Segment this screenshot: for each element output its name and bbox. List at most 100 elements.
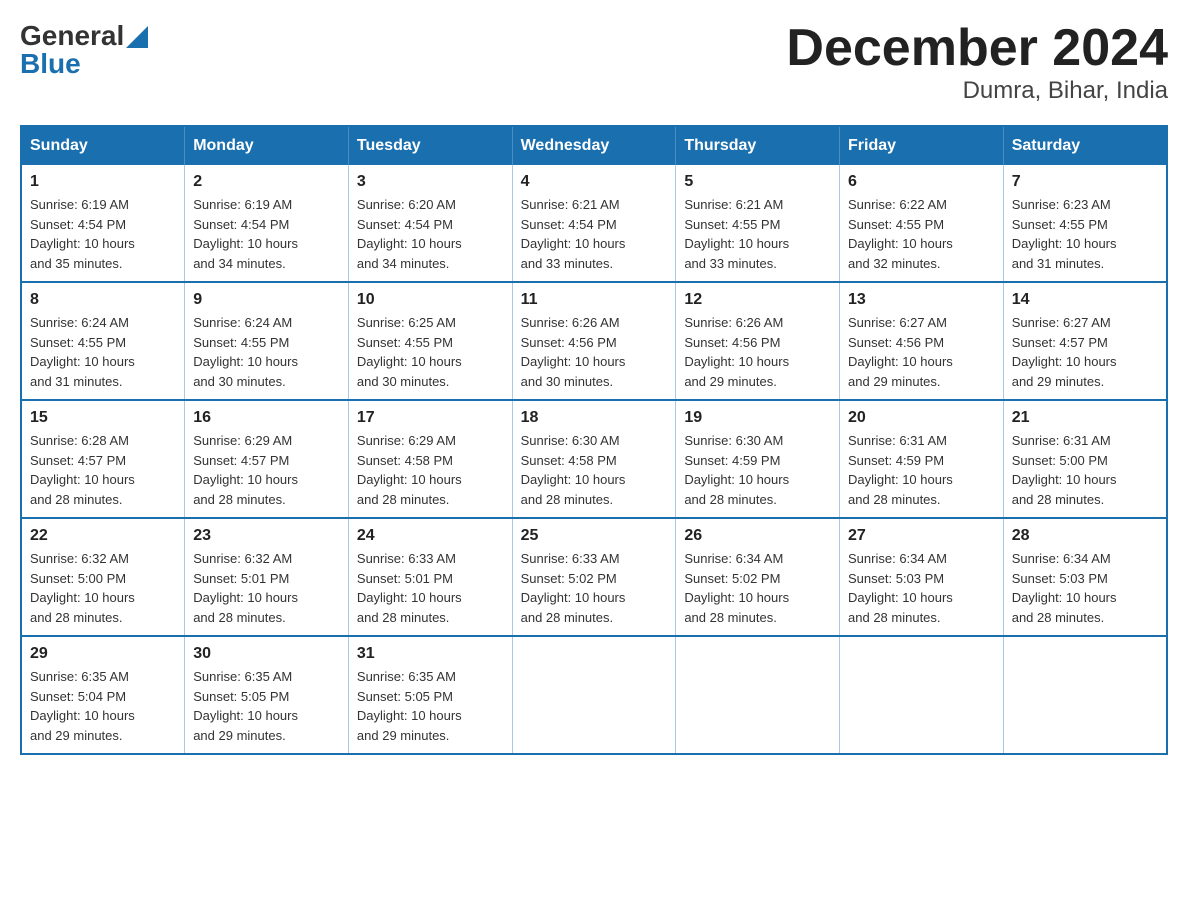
- day-info: Sunrise: 6:29 AM Sunset: 4:57 PM Dayligh…: [193, 431, 340, 509]
- calendar-cell: 30 Sunrise: 6:35 AM Sunset: 5:05 PM Dayli…: [185, 636, 349, 754]
- day-number: 22: [30, 527, 176, 545]
- day-number: 29: [30, 645, 176, 663]
- day-number: 11: [521, 291, 668, 309]
- calendar-cell: 28 Sunrise: 6:34 AM Sunset: 5:03 PM Dayli…: [1003, 518, 1167, 636]
- day-number: 6: [848, 173, 995, 191]
- day-info: Sunrise: 6:35 AM Sunset: 5:04 PM Dayligh…: [30, 667, 176, 745]
- day-info: Sunrise: 6:33 AM Sunset: 5:02 PM Dayligh…: [521, 549, 668, 627]
- calendar-cell: 10 Sunrise: 6:25 AM Sunset: 4:55 PM Dayli…: [348, 282, 512, 400]
- day-info: Sunrise: 6:30 AM Sunset: 4:59 PM Dayligh…: [684, 431, 831, 509]
- logo-blue-text: Blue: [20, 48, 81, 80]
- page-title: December 2024: [786, 20, 1168, 77]
- calendar-week-row: 8 Sunrise: 6:24 AM Sunset: 4:55 PM Daylig…: [21, 282, 1167, 400]
- day-number: 10: [357, 291, 504, 309]
- day-number: 9: [193, 291, 340, 309]
- day-info: Sunrise: 6:29 AM Sunset: 4:58 PM Dayligh…: [357, 431, 504, 509]
- calendar-cell: 1 Sunrise: 6:19 AM Sunset: 4:54 PM Daylig…: [21, 165, 185, 282]
- calendar-cell: 15 Sunrise: 6:28 AM Sunset: 4:57 PM Dayli…: [21, 400, 185, 518]
- day-number: 8: [30, 291, 176, 309]
- day-info: Sunrise: 6:23 AM Sunset: 4:55 PM Dayligh…: [1012, 195, 1158, 273]
- day-number: 31: [357, 645, 504, 663]
- calendar-cell: 29 Sunrise: 6:35 AM Sunset: 5:04 PM Dayli…: [21, 636, 185, 754]
- day-number: 20: [848, 409, 995, 427]
- title-block: December 2024 Dumra, Bihar, India: [786, 20, 1168, 105]
- calendar-cell: 22 Sunrise: 6:32 AM Sunset: 5:00 PM Dayli…: [21, 518, 185, 636]
- day-info: Sunrise: 6:31 AM Sunset: 4:59 PM Dayligh…: [848, 431, 995, 509]
- calendar-table: SundayMondayTuesdayWednesdayThursdayFrid…: [20, 125, 1168, 755]
- day-info: Sunrise: 6:27 AM Sunset: 4:57 PM Dayligh…: [1012, 313, 1158, 391]
- logo-triangle-icon: [126, 26, 148, 48]
- day-number: 3: [357, 173, 504, 191]
- day-info: Sunrise: 6:34 AM Sunset: 5:03 PM Dayligh…: [1012, 549, 1158, 627]
- calendar-cell: 2 Sunrise: 6:19 AM Sunset: 4:54 PM Daylig…: [185, 165, 349, 282]
- day-info: Sunrise: 6:35 AM Sunset: 5:05 PM Dayligh…: [193, 667, 340, 745]
- day-number: 2: [193, 173, 340, 191]
- day-info: Sunrise: 6:27 AM Sunset: 4:56 PM Dayligh…: [848, 313, 995, 391]
- day-info: Sunrise: 6:32 AM Sunset: 5:00 PM Dayligh…: [30, 549, 176, 627]
- calendar-cell: 20 Sunrise: 6:31 AM Sunset: 4:59 PM Dayli…: [840, 400, 1004, 518]
- calendar-week-row: 22 Sunrise: 6:32 AM Sunset: 5:00 PM Dayli…: [21, 518, 1167, 636]
- calendar-cell: 31 Sunrise: 6:35 AM Sunset: 5:05 PM Dayli…: [348, 636, 512, 754]
- day-number: 26: [684, 527, 831, 545]
- day-number: 13: [848, 291, 995, 309]
- day-number: 19: [684, 409, 831, 427]
- calendar-cell: 13 Sunrise: 6:27 AM Sunset: 4:56 PM Dayli…: [840, 282, 1004, 400]
- header-friday: Friday: [840, 126, 1004, 165]
- day-number: 27: [848, 527, 995, 545]
- calendar-cell: 5 Sunrise: 6:21 AM Sunset: 4:55 PM Daylig…: [676, 165, 840, 282]
- day-info: Sunrise: 6:24 AM Sunset: 4:55 PM Dayligh…: [30, 313, 176, 391]
- calendar-cell: 6 Sunrise: 6:22 AM Sunset: 4:55 PM Daylig…: [840, 165, 1004, 282]
- day-number: 12: [684, 291, 831, 309]
- calendar-cell: 21 Sunrise: 6:31 AM Sunset: 5:00 PM Dayli…: [1003, 400, 1167, 518]
- day-number: 21: [1012, 409, 1158, 427]
- calendar-cell: 27 Sunrise: 6:34 AM Sunset: 5:03 PM Dayli…: [840, 518, 1004, 636]
- calendar-week-row: 29 Sunrise: 6:35 AM Sunset: 5:04 PM Dayli…: [21, 636, 1167, 754]
- day-info: Sunrise: 6:25 AM Sunset: 4:55 PM Dayligh…: [357, 313, 504, 391]
- day-number: 7: [1012, 173, 1158, 191]
- calendar-cell: 11 Sunrise: 6:26 AM Sunset: 4:56 PM Dayli…: [512, 282, 676, 400]
- calendar-cell: 3 Sunrise: 6:20 AM Sunset: 4:54 PM Daylig…: [348, 165, 512, 282]
- header-saturday: Saturday: [1003, 126, 1167, 165]
- day-number: 30: [193, 645, 340, 663]
- calendar-week-row: 1 Sunrise: 6:19 AM Sunset: 4:54 PM Daylig…: [21, 165, 1167, 282]
- calendar-week-row: 15 Sunrise: 6:28 AM Sunset: 4:57 PM Dayli…: [21, 400, 1167, 518]
- day-number: 1: [30, 173, 176, 191]
- day-info: Sunrise: 6:34 AM Sunset: 5:03 PM Dayligh…: [848, 549, 995, 627]
- day-info: Sunrise: 6:26 AM Sunset: 4:56 PM Dayligh…: [684, 313, 831, 391]
- day-info: Sunrise: 6:21 AM Sunset: 4:55 PM Dayligh…: [684, 195, 831, 273]
- calendar-cell: 19 Sunrise: 6:30 AM Sunset: 4:59 PM Dayli…: [676, 400, 840, 518]
- day-info: Sunrise: 6:32 AM Sunset: 5:01 PM Dayligh…: [193, 549, 340, 627]
- day-info: Sunrise: 6:34 AM Sunset: 5:02 PM Dayligh…: [684, 549, 831, 627]
- day-number: 15: [30, 409, 176, 427]
- day-info: Sunrise: 6:19 AM Sunset: 4:54 PM Dayligh…: [193, 195, 340, 273]
- day-number: 24: [357, 527, 504, 545]
- calendar-cell: 7 Sunrise: 6:23 AM Sunset: 4:55 PM Daylig…: [1003, 165, 1167, 282]
- header-monday: Monday: [185, 126, 349, 165]
- day-info: Sunrise: 6:19 AM Sunset: 4:54 PM Dayligh…: [30, 195, 176, 273]
- day-info: Sunrise: 6:20 AM Sunset: 4:54 PM Dayligh…: [357, 195, 504, 273]
- calendar-cell: [676, 636, 840, 754]
- calendar-cell: 23Sunrise: 6:32 AM Sunset: 5:01 PM Dayli…: [185, 518, 349, 636]
- header-sunday: Sunday: [21, 126, 185, 165]
- calendar-header-row: SundayMondayTuesdayWednesdayThursdayFrid…: [21, 126, 1167, 165]
- day-info: Sunrise: 6:30 AM Sunset: 4:58 PM Dayligh…: [521, 431, 668, 509]
- day-info: Sunrise: 6:31 AM Sunset: 5:00 PM Dayligh…: [1012, 431, 1158, 509]
- calendar-cell: [1003, 636, 1167, 754]
- calendar-cell: 4Sunrise: 6:21 AM Sunset: 4:54 PM Daylig…: [512, 165, 676, 282]
- header-thursday: Thursday: [676, 126, 840, 165]
- day-info: Sunrise: 6:28 AM Sunset: 4:57 PM Dayligh…: [30, 431, 176, 509]
- day-number: 17: [357, 409, 504, 427]
- calendar-cell: [840, 636, 1004, 754]
- day-number: 28: [1012, 527, 1158, 545]
- day-info: Sunrise: 6:24 AM Sunset: 4:55 PM Dayligh…: [193, 313, 340, 391]
- day-info: Sunrise: 6:33 AM Sunset: 5:01 PM Dayligh…: [357, 549, 504, 627]
- calendar-cell: 25Sunrise: 6:33 AM Sunset: 5:02 PM Dayli…: [512, 518, 676, 636]
- day-info: Sunrise: 6:35 AM Sunset: 5:05 PM Dayligh…: [357, 667, 504, 745]
- day-info: Sunrise: 6:22 AM Sunset: 4:55 PM Dayligh…: [848, 195, 995, 273]
- calendar-cell: 26 Sunrise: 6:34 AM Sunset: 5:02 PM Dayli…: [676, 518, 840, 636]
- page-subtitle: Dumra, Bihar, India: [786, 77, 1168, 105]
- day-info: Sunrise: 6:26 AM Sunset: 4:56 PM Dayligh…: [521, 313, 668, 391]
- header-wednesday: Wednesday: [512, 126, 676, 165]
- calendar-cell: 14Sunrise: 6:27 AM Sunset: 4:57 PM Dayli…: [1003, 282, 1167, 400]
- day-number: 5: [684, 173, 831, 191]
